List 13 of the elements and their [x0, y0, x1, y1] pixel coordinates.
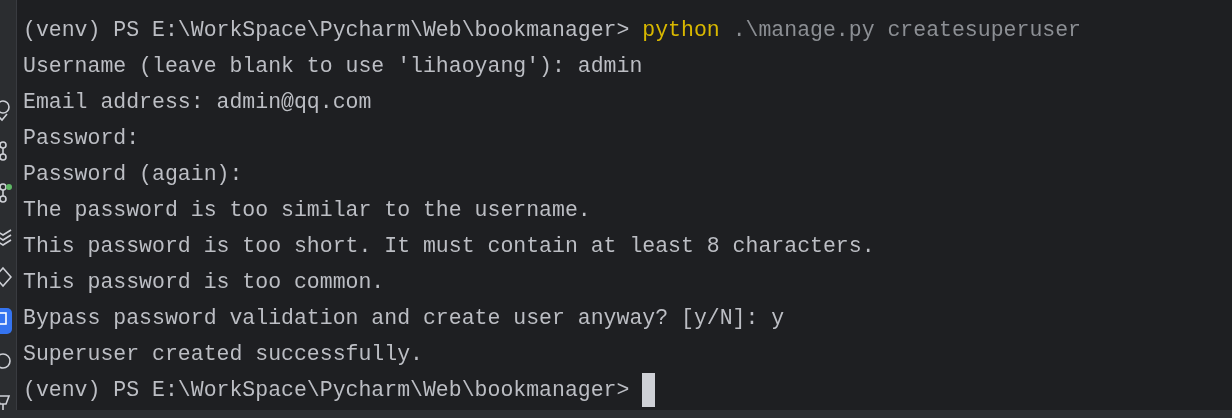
check-icon[interactable]	[0, 98, 12, 124]
terminal-line: (venv) PS E:\WorkSpace\Pycharm\Web\bookmanager> python .\manage.py createsuperuser	[23, 17, 1081, 44]
terminal-line: Bypass password validation and create user anyway? [y/N]: y	[23, 305, 785, 332]
terminal-line: Password (again):	[23, 161, 243, 188]
terminal-line: The password is too similar to the username.	[23, 197, 591, 224]
terminal-line: Username (leave blank to use 'lihaoyang'): admin	[23, 53, 643, 80]
terminal-line: Email address: admin@qq.com	[23, 89, 372, 116]
terminal-line: Password:	[23, 125, 140, 152]
terminal-line: This password is too short. It must contain at least 8 characters.	[23, 233, 875, 260]
terminal-line: This password is too common.	[23, 269, 385, 296]
terminal-icon[interactable]	[0, 308, 12, 334]
terminal-line: Superuser created successfully.	[23, 341, 423, 368]
terminal-line: (venv) PS E:\WorkSpace\Pycharm\Web\bookmanager>	[23, 377, 631, 404]
